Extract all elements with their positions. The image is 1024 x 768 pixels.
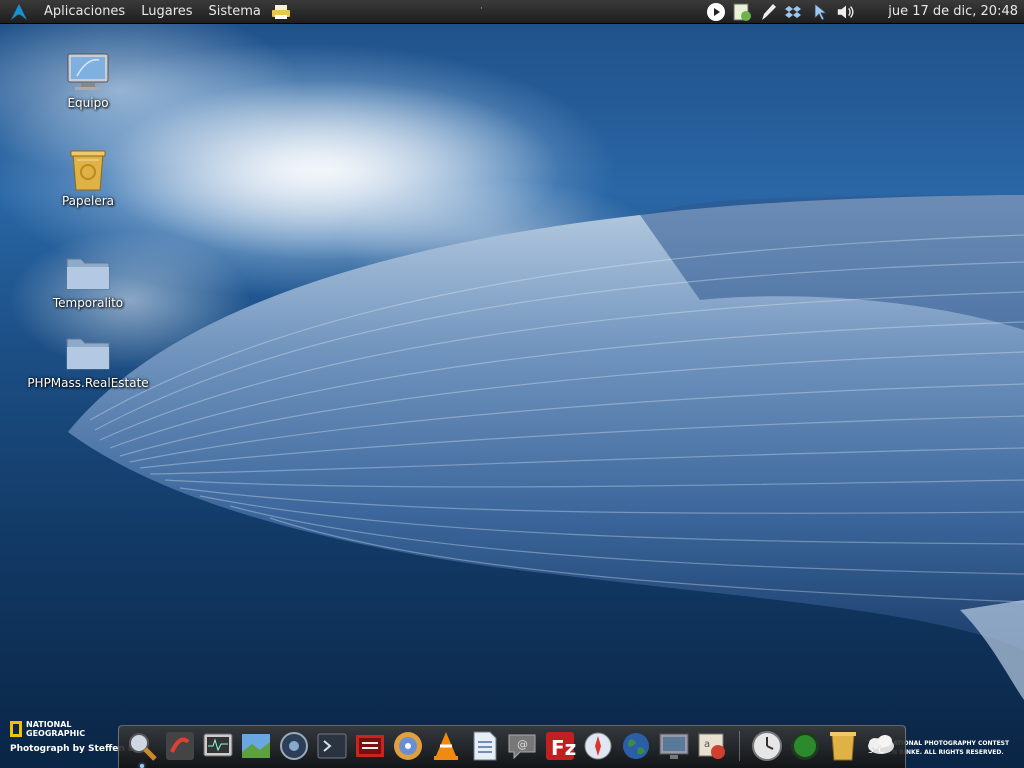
globe-icon[interactable]	[619, 729, 653, 763]
menu-aplicaciones[interactable]: Aplicaciones	[36, 0, 133, 24]
folder-icon	[64, 250, 112, 294]
svg-text:a: a	[704, 739, 710, 750]
browser-icon[interactable]	[581, 729, 615, 763]
dock: @ Fz a	[118, 725, 906, 768]
desktop-icon-phpmass[interactable]: PHPMass.RealEstate	[13, 330, 163, 390]
vlc-icon[interactable]	[429, 729, 463, 763]
image-viewer-icon[interactable]	[239, 729, 273, 763]
notes-icon[interactable]	[732, 2, 752, 22]
natgeo-brand-line2: GEOGRAPHIC	[26, 729, 86, 738]
desktop-icon-label: PHPMass.RealEstate	[27, 376, 149, 390]
dropbox-icon[interactable]	[784, 2, 804, 22]
cursor-icon[interactable]	[810, 2, 830, 22]
panel-menu: Aplicaciones Lugares Sistema	[0, 0, 293, 24]
arch-logo-icon[interactable]	[8, 2, 30, 22]
system-monitor-icon[interactable]	[201, 729, 235, 763]
desktop-icon-equipo[interactable]: Equipo	[13, 50, 163, 110]
weather-temperature: 5°C	[868, 746, 885, 756]
menu-lugares[interactable]: Lugares	[133, 0, 200, 24]
chat-icon[interactable]: @	[505, 729, 539, 763]
text-editor-icon[interactable]	[467, 729, 501, 763]
presentation-icon[interactable]	[353, 729, 387, 763]
trash-dock-icon[interactable]	[826, 729, 860, 763]
desktop-icon-temporalito[interactable]: Temporalito	[13, 250, 163, 310]
shutdown-icon[interactable]	[163, 729, 197, 763]
desktop-icon-label: Papelera	[61, 194, 115, 208]
natgeo-logo-icon	[10, 721, 22, 737]
desktop-icon-label: Temporalito	[52, 296, 124, 310]
natgeo-brand-line1: NATIONAL	[26, 720, 72, 729]
desktop-icon-label: Equipo	[67, 96, 109, 110]
contest-line1: NATIONAL PHOTOGRAPHY CONTEST	[888, 740, 1010, 747]
pen-icon[interactable]	[758, 2, 778, 22]
media-icon[interactable]	[277, 729, 311, 763]
search-icon[interactable]	[125, 729, 159, 768]
green-ball-icon[interactable]	[788, 729, 822, 763]
svg-text:Fz: Fz	[551, 736, 576, 760]
menu-sistema[interactable]: Sistema	[201, 0, 269, 24]
svg-text:@: @	[517, 738, 528, 751]
play-icon[interactable]	[706, 2, 726, 22]
clock-icon[interactable]	[750, 729, 784, 763]
computer-icon	[64, 50, 112, 94]
dock-separator	[739, 731, 740, 761]
running-indicator	[140, 764, 144, 768]
panel-separator: ·	[480, 4, 483, 14]
mail-icon[interactable]: a	[695, 729, 729, 763]
music-player-icon[interactable]	[391, 729, 425, 763]
volume-icon[interactable]	[836, 2, 856, 22]
system-tray	[706, 0, 856, 24]
top-panel: Aplicaciones Lugares Sistema · jue 17 de…	[0, 0, 1024, 24]
terminal-icon[interactable]	[315, 729, 349, 763]
display-icon[interactable]	[657, 729, 691, 763]
panel-clock[interactable]: jue 17 de dic, 20:48	[888, 0, 1018, 24]
folder-icon	[64, 330, 112, 374]
desktop-icon-papelera[interactable]: Papelera	[13, 148, 163, 208]
filezilla-icon[interactable]: Fz	[543, 729, 577, 763]
contest-watermark: NATIONAL PHOTOGRAPHY CONTEST EN BINKE. A…	[888, 739, 1009, 757]
trash-icon	[64, 148, 112, 192]
printer-icon[interactable]	[271, 3, 293, 21]
